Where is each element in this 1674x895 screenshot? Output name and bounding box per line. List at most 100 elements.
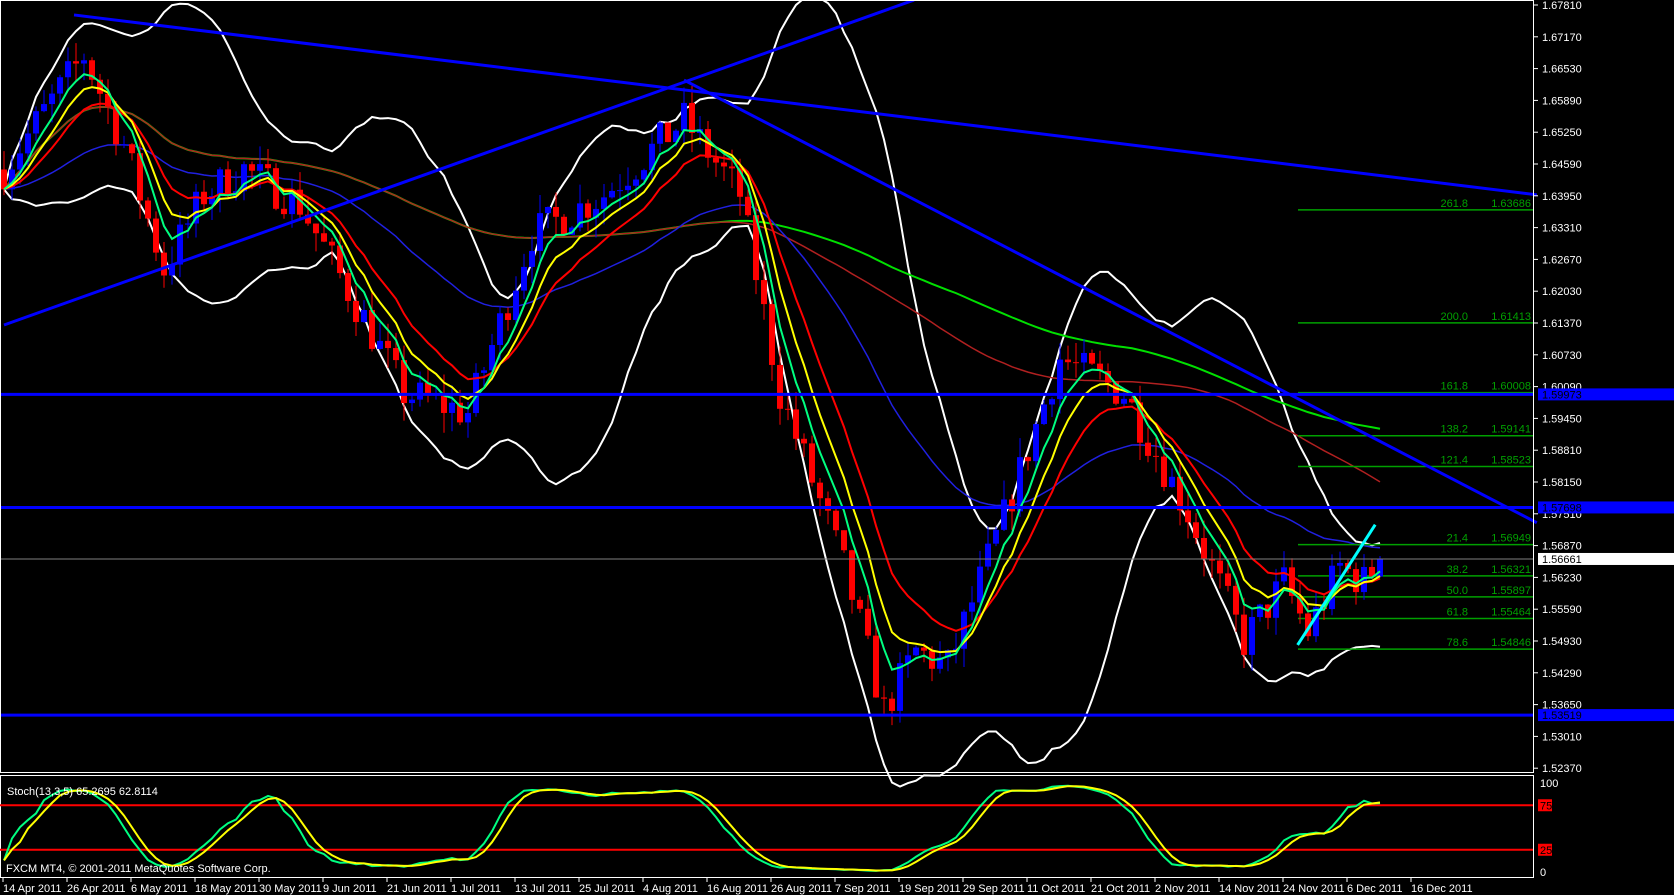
fib-price-label: 1.60008 bbox=[1491, 381, 1531, 393]
candle-body bbox=[985, 543, 991, 567]
candle-body bbox=[417, 382, 423, 400]
candle-body bbox=[1009, 499, 1015, 512]
candle-body bbox=[609, 190, 615, 198]
time-tick-label: 6 Dec 2011 bbox=[1347, 883, 1402, 895]
candle-body bbox=[969, 602, 975, 612]
candle-body bbox=[65, 61, 71, 78]
time-axis[interactable]: 14 Apr 2011 26 Apr 2011 6 May 2011 18 May 2… bbox=[2, 878, 1473, 895]
fib-price-label: 1.59141 bbox=[1491, 424, 1531, 436]
candle-body bbox=[177, 224, 183, 265]
ma-blue bbox=[3, 144, 1381, 549]
price-axis[interactable]: 1.67810 1.67170 1.66530 1.65890 1.65250 1.645… bbox=[1534, 0, 1674, 775]
candle-body bbox=[145, 200, 151, 219]
candle-body bbox=[353, 300, 359, 323]
fib-level-label: 161.8 bbox=[1440, 381, 1468, 393]
price-tick-label: 1.63950 bbox=[1542, 191, 1582, 203]
candle-body bbox=[313, 223, 319, 234]
candle-body bbox=[1065, 359, 1071, 363]
stoch-level-label: 100 bbox=[1540, 778, 1558, 790]
candle-body bbox=[1217, 560, 1223, 574]
time-tick-label: 4 Aug 2011 bbox=[643, 883, 698, 895]
candle-body bbox=[49, 93, 55, 105]
candle-body bbox=[361, 310, 367, 323]
fib-price-label: 1.55464 bbox=[1491, 606, 1531, 618]
candle-body bbox=[465, 413, 471, 423]
candle-body bbox=[81, 60, 87, 64]
fib-price-label: 1.58523 bbox=[1491, 454, 1531, 466]
candle-body bbox=[745, 196, 751, 216]
candle-body bbox=[185, 223, 191, 225]
candle-body bbox=[153, 218, 159, 253]
candle-body bbox=[761, 280, 767, 305]
candle-body bbox=[369, 310, 375, 349]
candle-body bbox=[481, 370, 487, 373]
price-tick-label: 1.53010 bbox=[1542, 731, 1582, 743]
ma-brown bbox=[3, 106, 1381, 483]
candle-body bbox=[977, 566, 983, 603]
candle-body bbox=[585, 203, 591, 218]
candle-body bbox=[857, 599, 863, 609]
candle-body bbox=[513, 290, 519, 320]
candle-body bbox=[1161, 456, 1167, 488]
candle-body bbox=[33, 111, 39, 134]
fib-level-label: 78.6 bbox=[1447, 637, 1468, 649]
stoch-signal-line bbox=[3, 785, 1381, 872]
fib-price-label: 1.63686 bbox=[1491, 198, 1531, 210]
fib-level-label: 138.2 bbox=[1440, 424, 1468, 436]
fib-price-label: 1.56949 bbox=[1491, 533, 1531, 545]
candle-body bbox=[329, 241, 335, 246]
price-tick-label: 1.59450 bbox=[1542, 413, 1582, 425]
price-tick-label: 1.60730 bbox=[1542, 350, 1582, 362]
time-tick-label: 18 May 2011 bbox=[195, 883, 258, 895]
price-tick-label: 1.54930 bbox=[1542, 636, 1582, 648]
price-tick-label: 1.64590 bbox=[1542, 159, 1582, 171]
candle-body bbox=[833, 510, 839, 531]
fib-price-label: 1.56321 bbox=[1491, 564, 1531, 576]
candle-body bbox=[873, 635, 879, 698]
candle-body bbox=[801, 438, 807, 444]
candle-body bbox=[1225, 573, 1231, 586]
candle-body bbox=[345, 273, 351, 301]
price-tick-label: 1.62670 bbox=[1542, 254, 1582, 266]
fib-level-label: 50.0 bbox=[1447, 585, 1468, 597]
candle-body bbox=[1185, 510, 1191, 523]
price-tick-label: 1.62030 bbox=[1542, 286, 1582, 298]
candle-body bbox=[1081, 352, 1087, 363]
candle-body bbox=[1201, 538, 1207, 560]
candle-body bbox=[497, 313, 503, 345]
copyright-label: FXCM MT4, © 2001-2011 MetaQuotes Softwar… bbox=[6, 863, 271, 875]
candle-body bbox=[377, 340, 383, 349]
time-tick-label: 19 Sep 2011 bbox=[899, 883, 961, 895]
candle-body bbox=[129, 144, 135, 154]
candle-body bbox=[553, 206, 559, 217]
candle-body bbox=[393, 348, 399, 361]
fib-level-label: 61.8 bbox=[1447, 606, 1468, 618]
candle-body bbox=[57, 77, 63, 94]
candle-body bbox=[785, 408, 791, 410]
fib-price-label: 1.61413 bbox=[1491, 311, 1531, 323]
price-chart-pane[interactable]: 261.8 1.63686 200.0 1.61413 161.8 1.60008 138.… bbox=[0, 0, 1538, 788]
candle-body bbox=[889, 698, 895, 711]
candle-body bbox=[1193, 522, 1199, 539]
price-tick-label: 1.58810 bbox=[1542, 445, 1582, 457]
time-tick-label: 9 Jun 2011 bbox=[323, 883, 377, 895]
candle-body bbox=[265, 164, 271, 169]
time-tick-label: 7 Sep 2011 bbox=[835, 883, 890, 895]
candle-body bbox=[1145, 442, 1151, 456]
candle-body bbox=[1169, 476, 1175, 488]
stoch-header: Stoch(13,3,5) 65.2695 62.8114 bbox=[7, 786, 158, 798]
fib-level-label: 38.2 bbox=[1447, 564, 1468, 576]
price-tick-label: 1.56870 bbox=[1542, 541, 1582, 553]
candle-body bbox=[1033, 424, 1039, 462]
candle-body bbox=[841, 530, 847, 551]
time-tick-label: 13 Jul 2011 bbox=[515, 883, 571, 895]
mt4-chart-window[interactable]: 261.8 1.63686 200.0 1.61413 161.8 1.60008 138.… bbox=[0, 0, 1674, 895]
fib-level-label: 200.0 bbox=[1440, 311, 1468, 323]
time-tick-label: 30 May 2011 bbox=[259, 883, 322, 895]
candle-body bbox=[41, 104, 47, 112]
fib-level-label: 261.8 bbox=[1440, 198, 1468, 210]
price-tick-label: 1.52370 bbox=[1542, 763, 1582, 775]
candle-body bbox=[537, 213, 543, 251]
fib-price-label: 1.54846 bbox=[1491, 637, 1531, 649]
candle-body bbox=[657, 122, 663, 144]
